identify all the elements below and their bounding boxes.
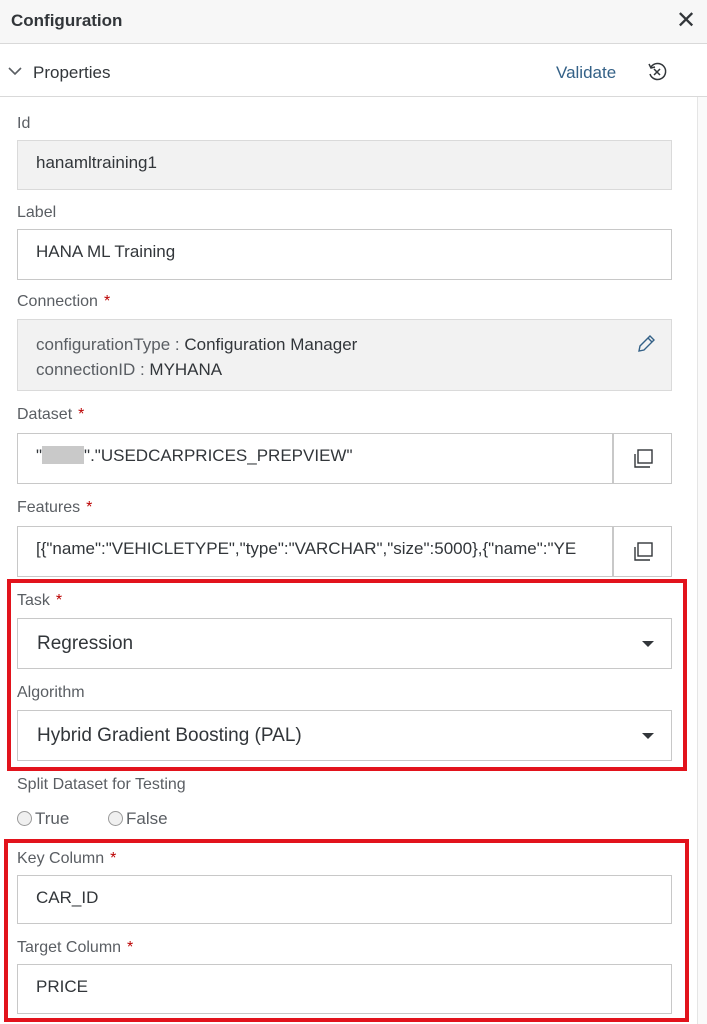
panel-title: Configuration [11, 11, 123, 30]
label-input[interactable]: HANA ML Training [17, 229, 672, 280]
key-column-label: Key Column * [17, 850, 117, 867]
required-marker: * [55, 592, 63, 609]
key-column-value: CAR_ID [36, 888, 99, 907]
algorithm-select[interactable]: Hybrid Gradient Boosting (PAL) [17, 710, 672, 761]
chevron-down-icon[interactable] [6, 62, 24, 80]
scrollbar[interactable] [697, 97, 707, 1024]
properties-section-header[interactable]: Properties Validate [0, 45, 707, 97]
copy-icon [634, 449, 653, 468]
label-value: HANA ML Training [36, 242, 176, 261]
id-value: hanamltraining1 [36, 153, 157, 172]
features-input[interactable]: [{"name":"VEHICLETYPE","type":"VARCHAR",… [17, 526, 613, 577]
algorithm-value: Hybrid Gradient Boosting (PAL) [37, 725, 302, 746]
radio-circle[interactable] [17, 811, 32, 826]
id-field: hanamltraining1 [17, 140, 672, 190]
target-column-value: PRICE [36, 977, 88, 996]
label-label: Label [17, 204, 57, 221]
features-label: Features * [17, 499, 93, 516]
radio-false[interactable]: False [108, 809, 168, 829]
connection-type-key: configurationType [36, 335, 171, 354]
close-icon[interactable]: ✕ [672, 7, 700, 35]
required-marker: * [103, 293, 111, 310]
validate-button[interactable]: Validate [556, 63, 616, 83]
connection-label: Connection * [17, 293, 111, 310]
target-column-input[interactable]: PRICE [17, 964, 672, 1014]
dropdown-arrow-icon[interactable] [642, 641, 654, 647]
section-title: Properties [33, 63, 111, 82]
connection-id-line: connectionID : MYHANA [36, 360, 222, 380]
required-marker: * [78, 406, 85, 423]
required-marker: * [110, 850, 117, 867]
algorithm-label: Algorithm [17, 684, 85, 701]
task-value: Regression [37, 633, 134, 654]
connection-id-key: connectionID [36, 360, 136, 379]
redacted-schema [42, 446, 85, 464]
dataset-input[interactable]: " "."USEDCARPRICES_PREPVIEW" [17, 433, 613, 484]
copy-icon [634, 542, 653, 561]
id-label: Id [17, 115, 31, 132]
task-select[interactable]: Regression [17, 618, 672, 669]
reset-icon[interactable] [646, 61, 668, 83]
separator: : [170, 335, 185, 354]
connection-type-line: configurationType : Configuration Manage… [36, 335, 357, 355]
required-marker: * [86, 499, 93, 516]
dropdown-arrow-icon[interactable] [642, 733, 654, 739]
configuration-header: Configuration ✕ [0, 0, 707, 44]
features-browse-button[interactable] [613, 526, 672, 577]
separator: : [135, 360, 150, 379]
key-column-input[interactable]: CAR_ID [17, 875, 672, 924]
target-column-label: Target Column * [17, 939, 134, 956]
split-dataset-label: Split Dataset for Testing [17, 776, 186, 793]
dataset-value: " "."USEDCARPRICES_PREPVIEW" [36, 446, 353, 465]
connection-id-value: MYHANA [149, 360, 223, 379]
pencil-icon[interactable] [636, 334, 656, 354]
connection-type-value: Configuration Manager [184, 335, 358, 354]
dataset-browse-button[interactable] [613, 433, 672, 484]
radio-circle[interactable] [108, 811, 123, 826]
task-label: Task * [17, 592, 63, 609]
connection-field[interactable]: configurationType : Configuration Manage… [17, 319, 672, 391]
radio-true[interactable]: True [17, 809, 69, 829]
required-marker: * [127, 939, 134, 956]
dataset-label: Dataset * [17, 406, 85, 423]
features-value: [{"name":"VEHICLETYPE","type":"VARCHAR",… [36, 539, 577, 558]
